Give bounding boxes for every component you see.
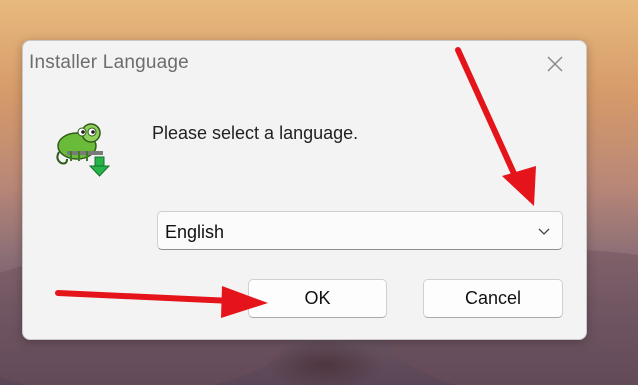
prompt-text: Please select a language.: [152, 123, 359, 143]
language-select[interactable]: English: [157, 211, 563, 250]
installer-language-dialog: Installer Language Please select a langu…: [22, 40, 587, 340]
dialog-title: Installer Language: [29, 52, 189, 73]
screenshot: Installer Language Please select a langu…: [0, 0, 638, 385]
close-button[interactable]: [537, 47, 573, 81]
cancel-button[interactable]: Cancel: [423, 279, 563, 318]
language-select-value: English: [165, 222, 225, 242]
chameleon-installer-icon: [56, 123, 111, 177]
close-icon: [547, 56, 563, 72]
background-tree: [265, 340, 385, 385]
ok-button[interactable]: OK: [248, 279, 387, 318]
chevron-down-icon[interactable]: [536, 224, 552, 238]
